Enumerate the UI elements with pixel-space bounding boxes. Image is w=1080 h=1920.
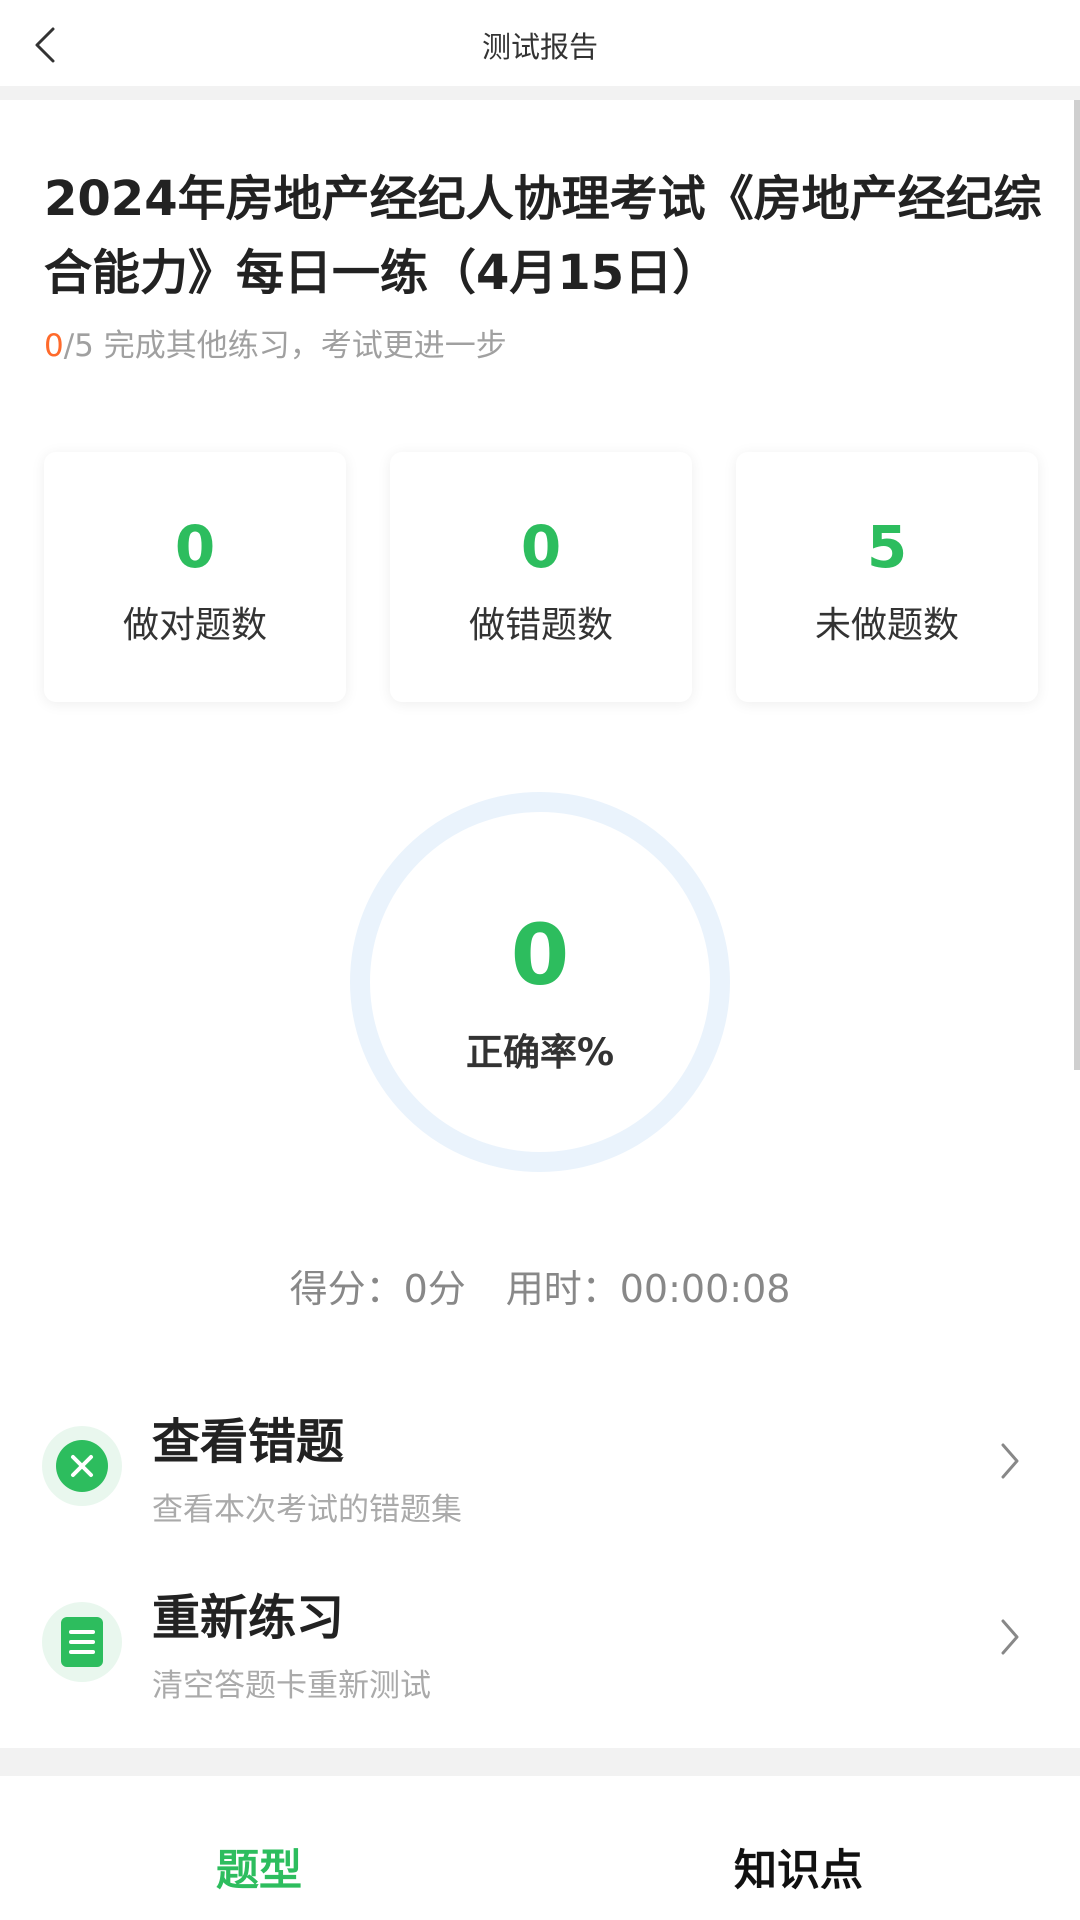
stat-label: 做错题数 (468, 605, 613, 646)
progress-done-count: 0 (44, 328, 64, 364)
stat-label: 未做题数 (814, 605, 959, 646)
stat-card-unanswered: 5 未做题数 (736, 452, 1038, 702)
time-text: 用时：00:00:08 (505, 1267, 791, 1311)
scrollbar[interactable] (1074, 100, 1080, 1070)
retry-practice-button[interactable]: 重新练习 清空答题卡重新测试 (0, 1572, 1080, 1732)
tab-question-type[interactable]: 题型 (216, 1836, 302, 1898)
page-title: 测试报告 (481, 30, 598, 64)
chevron-right-icon (990, 1612, 1030, 1662)
document-icon (61, 1617, 103, 1667)
stat-value: 0 (174, 513, 216, 581)
divider (0, 1748, 1080, 1776)
stat-card-wrong: 0 做错题数 (390, 452, 692, 702)
accuracy-value: 0 (510, 906, 570, 1004)
top-bar: 测试报告 (0, 0, 1080, 86)
stat-card-correct: 0 做对题数 (44, 452, 346, 702)
icon-badge (42, 1426, 122, 1506)
stat-value: 5 (866, 513, 908, 581)
icon-badge (42, 1602, 122, 1682)
stat-value: 0 (520, 513, 562, 581)
action-title: 重新练习 (152, 1590, 345, 1646)
progress-text: /5 完成其他练习，考试更进一步 (63, 328, 507, 364)
action-subtitle: 查看本次考试的错题集 (152, 1492, 462, 1528)
chevron-right-icon (990, 1436, 1030, 1486)
close-circle-icon (56, 1440, 108, 1492)
action-subtitle: 清空答题卡重新测试 (152, 1668, 431, 1704)
score-summary: 得分：0分 用时：00:00:08 (0, 1258, 1080, 1313)
stat-label: 做对题数 (122, 605, 267, 646)
action-title: 查看错题 (152, 1414, 345, 1470)
divider (0, 86, 1080, 100)
accuracy-label: 正确率% (465, 1031, 615, 1074)
exam-title: 2024年房地产经纪人协理考试《房地产经纪综合能力》每日一练（4月15日） (44, 171, 1042, 301)
practice-progress: 0/5 完成其他练习，考试更进一步 (44, 320, 507, 365)
score-text: 得分：0分 (289, 1267, 466, 1311)
tab-knowledge-point[interactable]: 知识点 (734, 1836, 863, 1898)
review-wrong-button[interactable]: 查看错题 查看本次考试的错题集 (0, 1396, 1080, 1556)
